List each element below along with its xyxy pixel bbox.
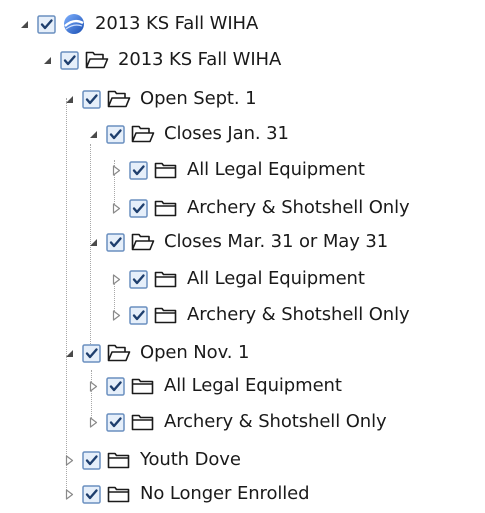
tree-node[interactable]: Archery & Shotshell Only	[87, 407, 387, 437]
checked-checkbox[interactable]	[129, 305, 148, 325]
checked-checkbox[interactable]	[129, 269, 148, 289]
checked-checkbox[interactable]	[129, 198, 148, 218]
collapsed-arrow-icon[interactable]	[110, 164, 122, 176]
collapsed-arrow-icon[interactable]	[63, 488, 75, 500]
tree-node[interactable]: All Legal Equipment	[110, 264, 365, 294]
folder-icon	[130, 375, 156, 397]
tree-node[interactable]: Open Nov. 1	[63, 338, 249, 368]
expanded-arrow-icon[interactable]	[63, 93, 75, 105]
collapsed-arrow-icon[interactable]	[110, 273, 122, 285]
tree-node[interactable]: 2013 KS Fall WIHA	[41, 45, 281, 75]
checked-checkbox[interactable]	[106, 412, 125, 432]
tree-node[interactable]: Archery & Shotshell Only	[110, 300, 410, 330]
tree-node[interactable]: All Legal Equipment	[87, 371, 342, 401]
node-label: No Longer Enrolled	[140, 483, 310, 504]
node-label: Youth Dove	[140, 449, 241, 470]
checked-checkbox[interactable]	[106, 376, 125, 396]
collapsed-arrow-icon[interactable]	[63, 454, 75, 466]
tree-node[interactable]: Archery & Shotshell Only	[110, 193, 410, 223]
folder-open-icon	[130, 123, 156, 145]
folder-open-icon	[106, 88, 132, 110]
collapsed-arrow-icon[interactable]	[87, 380, 99, 392]
expanded-arrow-icon[interactable]	[63, 347, 75, 359]
checked-checkbox[interactable]	[82, 343, 101, 363]
checked-checkbox[interactable]	[129, 160, 148, 180]
tree-guide-line	[66, 98, 67, 494]
globe-icon	[61, 13, 87, 35]
checked-checkbox[interactable]	[82, 89, 101, 109]
tree-node[interactable]: Closes Jan. 31	[87, 119, 289, 149]
folder-open-icon	[84, 49, 110, 71]
folder-icon	[153, 159, 179, 181]
folder-open-icon	[130, 231, 156, 253]
expanded-arrow-icon[interactable]	[41, 54, 53, 66]
checked-checkbox[interactable]	[106, 124, 125, 144]
expanded-arrow-icon[interactable]	[87, 128, 99, 140]
node-label: All Legal Equipment	[187, 159, 365, 180]
node-label: 2013 KS Fall WIHA	[118, 49, 282, 70]
folder-icon	[130, 411, 156, 433]
folder-icon	[153, 268, 179, 290]
layer-tree: 2013 KS Fall WIHA 2013 KS Fall WIHA Open…	[0, 0, 485, 513]
checked-checkbox[interactable]	[37, 14, 56, 34]
tree-node[interactable]: Open Sept. 1	[63, 84, 257, 114]
tree-node[interactable]: Youth Dove	[63, 445, 241, 475]
node-label: Archery & Shotshell Only	[164, 411, 387, 432]
folder-open-icon	[106, 342, 132, 364]
expanded-arrow-icon[interactable]	[87, 236, 99, 248]
node-label: Archery & Shotshell Only	[187, 197, 410, 218]
tree-node[interactable]: All Legal Equipment	[110, 155, 365, 185]
tree-node[interactable]: Closes Mar. 31 or May 31	[87, 227, 388, 257]
checked-checkbox[interactable]	[60, 50, 79, 70]
tree-node[interactable]: 2013 KS Fall WIHA	[18, 9, 258, 39]
folder-icon	[153, 197, 179, 219]
folder-icon	[153, 304, 179, 326]
node-label: Closes Jan. 31	[164, 123, 289, 144]
node-label: Open Nov. 1	[140, 342, 250, 363]
checked-checkbox[interactable]	[82, 484, 101, 504]
collapsed-arrow-icon[interactable]	[110, 202, 122, 214]
checked-checkbox[interactable]	[106, 232, 125, 252]
node-label: 2013 KS Fall WIHA	[95, 13, 259, 34]
node-label: Archery & Shotshell Only	[187, 304, 410, 325]
node-label: Open Sept. 1	[140, 88, 257, 109]
folder-icon	[106, 449, 132, 471]
expanded-arrow-icon[interactable]	[18, 18, 30, 30]
tree-node[interactable]: No Longer Enrolled	[63, 479, 310, 509]
collapsed-arrow-icon[interactable]	[110, 309, 122, 321]
folder-icon	[106, 483, 132, 505]
node-label: Closes Mar. 31 or May 31	[164, 231, 389, 252]
node-label: All Legal Equipment	[164, 375, 342, 396]
node-label: All Legal Equipment	[187, 268, 365, 289]
collapsed-arrow-icon[interactable]	[87, 416, 99, 428]
checked-checkbox[interactable]	[82, 450, 101, 470]
